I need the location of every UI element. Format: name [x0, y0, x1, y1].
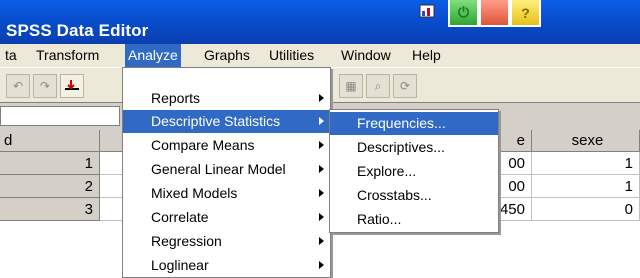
submenu-arrow-icon — [319, 165, 324, 173]
menu-item-frequencies[interactable]: Frequencies... — [330, 112, 498, 135]
power-icon[interactable]: ⏻ — [448, 0, 479, 27]
menu-item-label: Mixed Models — [151, 185, 238, 201]
cell-reference-field[interactable] — [0, 106, 120, 126]
row-number[interactable]: 3 — [0, 198, 100, 221]
data-cell[interactable]: 0 — [532, 198, 640, 221]
descriptive-statistics-submenu: Frequencies... Descriptives... Explore..… — [329, 109, 499, 233]
submenu-arrow-icon — [319, 213, 324, 221]
find-icon[interactable]: ⌕ — [366, 74, 390, 98]
menu-item-reports[interactable]: Reports — [123, 87, 330, 110]
menu-bar: ta Transform Analyze Graphs Utilities Wi… — [0, 44, 640, 67]
row-number[interactable]: 1 — [0, 152, 100, 175]
menu-item-mixed-models[interactable]: Mixed Models — [123, 182, 330, 205]
submenu-arrow-icon — [319, 94, 324, 102]
chart-icon[interactable] — [416, 0, 443, 27]
submenu-arrow-icon — [319, 117, 324, 125]
window-title: SPSS Data Editor — [6, 21, 149, 40]
help-icon[interactable]: ? — [510, 0, 541, 27]
menu-item-compare-means[interactable]: Compare Means — [123, 134, 330, 157]
value-labels-icon[interactable]: ▦ — [339, 74, 363, 98]
submenu-arrow-icon — [319, 141, 324, 149]
redo-icon[interactable]: ↷ — [33, 74, 57, 98]
undo-icon[interactable]: ↶ — [6, 74, 30, 98]
column-header-d[interactable]: d — [0, 130, 100, 152]
menu-item-label: Descriptive Statistics — [151, 113, 281, 129]
row-number[interactable]: 2 — [0, 175, 100, 198]
menu-analyze[interactable]: Analyze — [125, 44, 181, 67]
menu-item-regression[interactable]: Regression — [123, 230, 330, 253]
menu-transform[interactable]: Transform — [33, 44, 102, 67]
menu-item-label: General Linear Model — [151, 161, 286, 177]
menu-item-ratio[interactable]: Ratio... — [330, 208, 498, 231]
menu-item-general-linear-model[interactable]: General Linear Model — [123, 158, 330, 181]
menu-item-loglinear[interactable]: Loglinear — [123, 254, 330, 277]
submenu-arrow-icon — [319, 261, 324, 269]
title-bar: SPSS Data Editor ⏻ ? — [0, 0, 640, 44]
menu-item-explore[interactable]: Explore... — [330, 160, 498, 183]
menu-help[interactable]: Help — [409, 44, 444, 67]
data-cell[interactable]: 1 — [532, 152, 640, 175]
column-header-sexe[interactable]: sexe — [532, 130, 640, 152]
menu-item-label: Regression — [151, 233, 222, 249]
menu-item-descriptives[interactable]: Descriptives... — [330, 136, 498, 159]
menu-window[interactable]: Window — [338, 44, 394, 67]
menu-item-label: Compare Means — [151, 137, 255, 153]
menu-item-label: Loglinear — [151, 257, 209, 273]
submenu-arrow-icon — [319, 237, 324, 245]
menu-utilities[interactable]: Utilities — [266, 44, 317, 67]
data-cell[interactable]: 1 — [532, 175, 640, 198]
menu-item-crosstabs[interactable]: Crosstabs... — [330, 184, 498, 207]
close-app-icon[interactable] — [479, 0, 510, 27]
menu-item-label: Correlate — [151, 209, 209, 225]
submenu-arrow-icon — [319, 189, 324, 197]
goto-case-icon[interactable] — [60, 74, 84, 98]
scripts-icon[interactable]: ⟳ — [393, 74, 417, 98]
analyze-menu: Reports Descriptive Statistics Compare M… — [122, 67, 331, 278]
menu-graphs[interactable]: Graphs — [201, 44, 253, 67]
menu-data[interactable]: ta — [2, 44, 20, 67]
menu-item-correlate[interactable]: Correlate — [123, 206, 330, 229]
menu-item-label: Reports — [151, 90, 201, 106]
menu-item-descriptive-statistics[interactable]: Descriptive Statistics — [123, 110, 330, 133]
